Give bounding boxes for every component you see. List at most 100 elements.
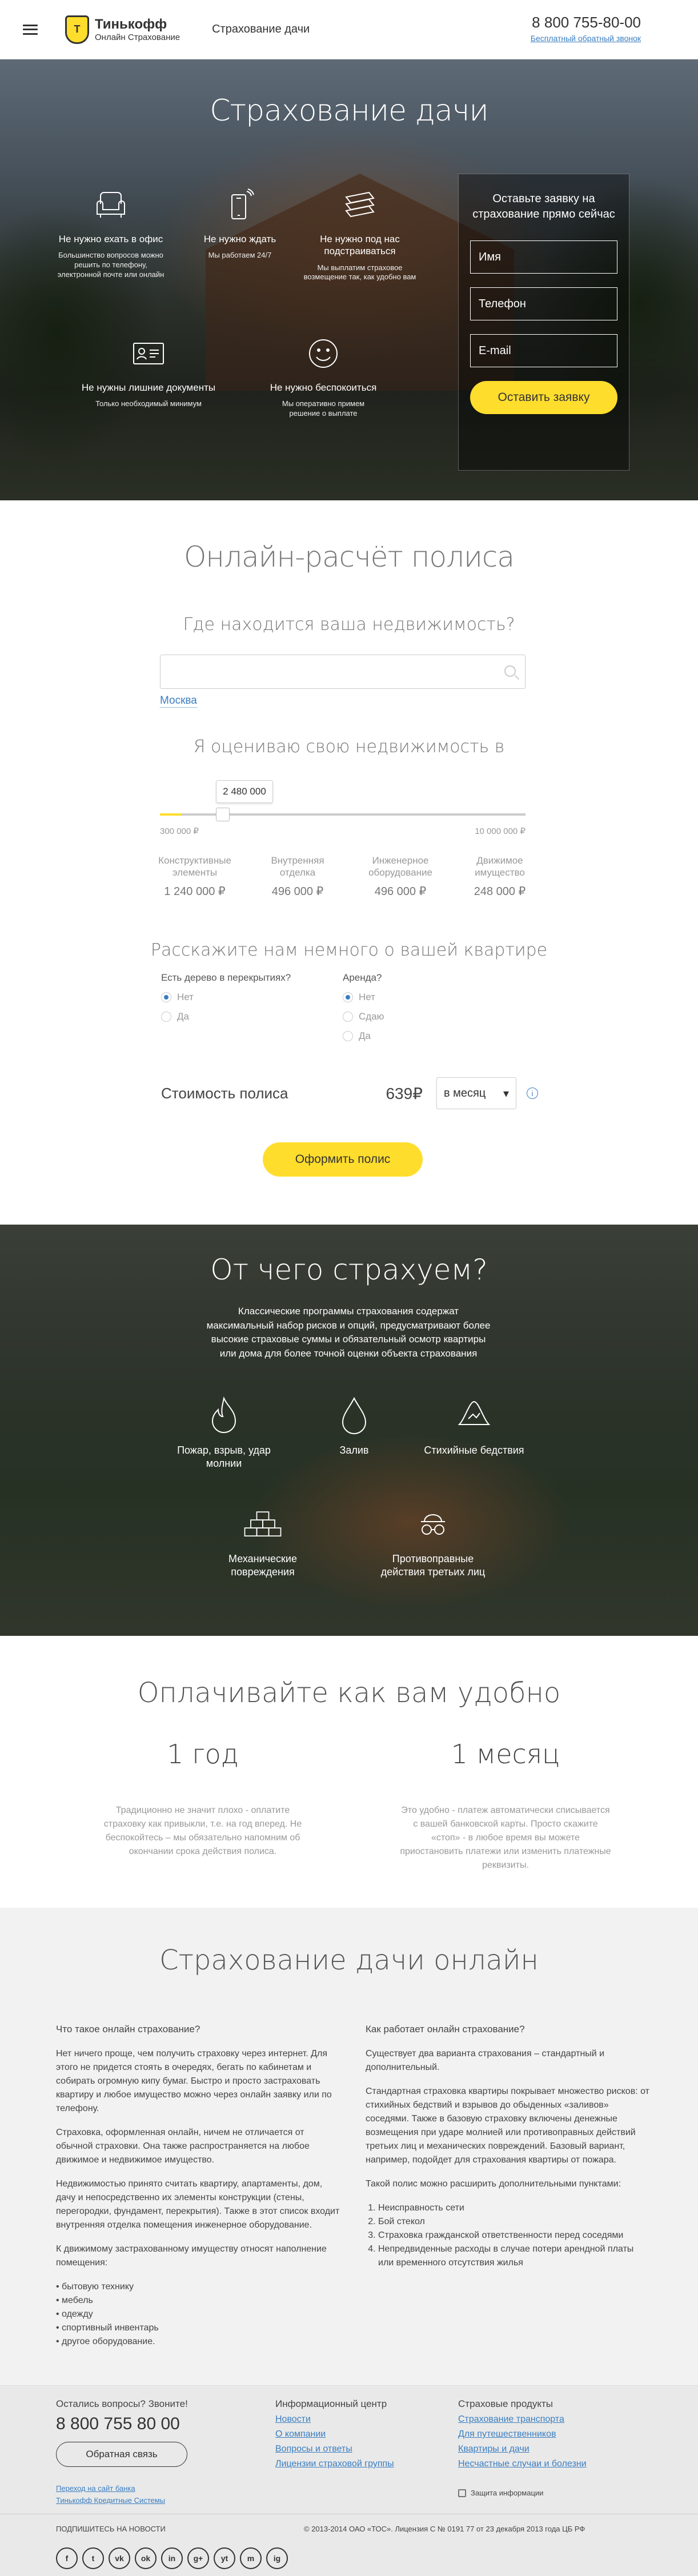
request-form: Оставьте заявку на страхование прямо сей… — [458, 174, 629, 471]
feature-title: Не нужно под нас подстраиваться — [320, 234, 400, 257]
question-label: Аренда? — [343, 972, 382, 983]
radio-rent-yes[interactable]: Да — [343, 1030, 384, 1042]
risk-nature: Стихийные бедствия — [411, 1390, 537, 1457]
radio-wood-yes[interactable]: Да — [161, 1011, 291, 1022]
about-section: Страхование дачи онлайн Что такое онлайн… — [0, 1908, 698, 2385]
feature-desc: Только необходимый минимум — [95, 399, 202, 408]
secure-info-link[interactable]: Защита информации — [458, 2489, 543, 2497]
linkedin-icon[interactable]: in — [161, 2547, 183, 2569]
email-icon[interactable]: m — [240, 2547, 262, 2569]
info-icon[interactable]: i — [527, 1088, 538, 1099]
about-title: Страхование дачи онлайн — [159, 1944, 539, 1976]
list-item: Бой стекол — [378, 2215, 651, 2229]
radio-wood-no[interactable]: Нет — [161, 992, 291, 1003]
submit-request-button[interactable]: Оставить заявку — [470, 381, 617, 414]
logo-subtitle: Онлайн Страхование — [95, 32, 180, 42]
category-name: Инженерное оборудование — [368, 855, 432, 878]
facebook-icon[interactable]: f — [56, 2547, 78, 2569]
footer-link-news[interactable]: Новости — [275, 2414, 394, 2425]
youtube-icon[interactable]: yt — [214, 2547, 235, 2569]
chevron-down-icon: ▾ — [503, 1087, 509, 1100]
email-field[interactable] — [470, 334, 617, 367]
risks-description: Классические программы страхования содер… — [206, 1306, 491, 1359]
footer-link-licenses[interactable]: Лицензии страховой группы — [275, 2459, 394, 2469]
risk-mechanical: Механические повреждения — [200, 1499, 326, 1579]
footer-phone[interactable]: 8 800 755 80 00 — [56, 2414, 188, 2434]
period-select[interactable]: в месяц ▾ — [436, 1077, 516, 1109]
list-item: Страховка гражданской ответственности пе… — [378, 2229, 651, 2242]
value-slider[interactable] — [160, 808, 525, 821]
order-policy-button[interactable]: Оформить полис — [263, 1142, 423, 1177]
footer-products-title: Страховые продукты — [458, 2398, 553, 2409]
risks-section: От чего страхуем? Классические программы… — [0, 1225, 698, 1636]
cash-icon — [340, 185, 380, 225]
footer-link-transport[interactable]: Страхование транспорта — [458, 2414, 587, 2425]
category-engineering: Инженерное оборудование 496 000 ₽ — [358, 854, 443, 899]
category-amount: 1 240 000 ₽ — [164, 885, 226, 898]
googleplus-icon[interactable]: g+ — [187, 2547, 209, 2569]
footer-link-travel[interactable]: Для путешественников — [458, 2429, 587, 2439]
list-item: бытовую технику — [56, 2280, 342, 2294]
about-left-heading: Что такое онлайн страхование? — [56, 2024, 200, 2035]
callback-link[interactable]: Бесплатный обратный звонок — [531, 34, 641, 43]
feature-desc: Большинство вопросов можно решить по тел… — [57, 251, 165, 279]
footer-link-faq[interactable]: Вопросы и ответы — [275, 2444, 394, 2454]
instagram-icon[interactable]: ig — [266, 2547, 288, 2569]
bank-link[interactable]: Переход на сайт банка Тинькофф Кредитные… — [56, 2483, 165, 2507]
footer-info-center: Информационный центр Новости О компании … — [275, 2398, 394, 2469]
category-name: Движимое имущество — [475, 855, 525, 878]
slider-value-box[interactable]: 2 480 000 — [216, 780, 273, 803]
footer-link-about[interactable]: О компании — [275, 2429, 394, 2439]
hero-title: Страхование дачи — [210, 94, 488, 128]
footer-contacts: Остались вопросы? Звоните! 8 800 755 80 … — [56, 2398, 188, 2467]
feature-office: Не нужно ехать в офис Большинство вопрос… — [54, 185, 168, 280]
city-link[interactable]: Москва — [160, 695, 197, 708]
thief-icon — [413, 1499, 453, 1544]
logo[interactable]: Т Тинькофф Онлайн Страхование — [65, 15, 180, 44]
header-phone[interactable]: 8 800 755-80-00 — [531, 14, 641, 31]
risk-fire: Пожар, взрыв, удар молнии — [161, 1390, 287, 1471]
payment-month-title: 1 месяц — [451, 1739, 560, 1770]
payment-title: Оплачивайте как вам удобно — [137, 1677, 561, 1709]
options-list: Неисправность сети Бой стекол Страховка … — [366, 2201, 651, 2270]
feedback-button[interactable]: Обратная связь — [56, 2442, 187, 2467]
risks-title: От чего страхуем? — [210, 1253, 488, 1286]
feature-title: Не нужны лишние документы — [81, 382, 216, 393]
footer-link-accident[interactable]: Несчастные случаи и болезни — [458, 2459, 587, 2469]
logo-shield-icon: Т — [65, 15, 89, 44]
location-question: Где находится ваша недвижимость? — [183, 615, 515, 635]
twitter-icon[interactable]: t — [82, 2547, 104, 2569]
page-title: Страхование дачи — [212, 23, 310, 35]
menu-icon[interactable] — [23, 24, 38, 35]
movable-list: бытовую технику мебель одежду спортивный… — [56, 2280, 342, 2349]
odnoklassniki-icon[interactable]: ok — [135, 2547, 157, 2569]
payment-month: 1 месяц Это удобно - платеж автоматическ… — [366, 1739, 645, 1872]
question-wood: Есть дерево в перекрытиях? Нет Да — [161, 972, 291, 1022]
category-movable: Движимое имущество 248 000 ₽ — [457, 854, 543, 899]
fire-icon — [204, 1390, 244, 1436]
payment-section: Оплачивайте как вам удобно 1 год Традици… — [0, 1636, 698, 1908]
phone-field[interactable] — [470, 287, 617, 320]
phone-icon — [220, 185, 260, 225]
feature-documents: Не нужны лишние документы Только необход… — [80, 334, 217, 409]
radio-rent-no[interactable]: Нет — [343, 992, 384, 1003]
category-name: Конструктивные элементы — [158, 855, 231, 878]
feature-worry: Не нужно беспокоиться Мы оперативно прим… — [266, 334, 380, 419]
list-item: Непредвиденные расходы в случае потери а… — [378, 2242, 651, 2270]
search-icon — [504, 665, 516, 677]
cost-label: Стоимость полиса — [161, 1084, 288, 1102]
name-field[interactable] — [470, 240, 617, 274]
armchair-icon — [91, 185, 131, 225]
footer-link-property[interactable]: Квартиры и дачи — [458, 2444, 587, 2454]
location-search-input[interactable] — [160, 655, 525, 689]
list-item: Неисправность сети — [378, 2201, 651, 2215]
risk-label: Залив — [339, 1445, 369, 1456]
smile-icon — [303, 334, 343, 374]
category-amount: 496 000 ₽ — [271, 885, 324, 898]
calc-title: Онлайн-расчёт полиса — [183, 540, 515, 573]
site-footer: Остались вопросы? Звоните! 8 800 755 80 … — [0, 2385, 698, 2576]
footer-question-title: Остались вопросы? Звоните! — [56, 2398, 188, 2409]
vk-icon[interactable]: vk — [109, 2547, 130, 2569]
slider-handle[interactable] — [216, 808, 230, 821]
radio-rent-let[interactable]: Сдаю — [343, 1011, 384, 1022]
